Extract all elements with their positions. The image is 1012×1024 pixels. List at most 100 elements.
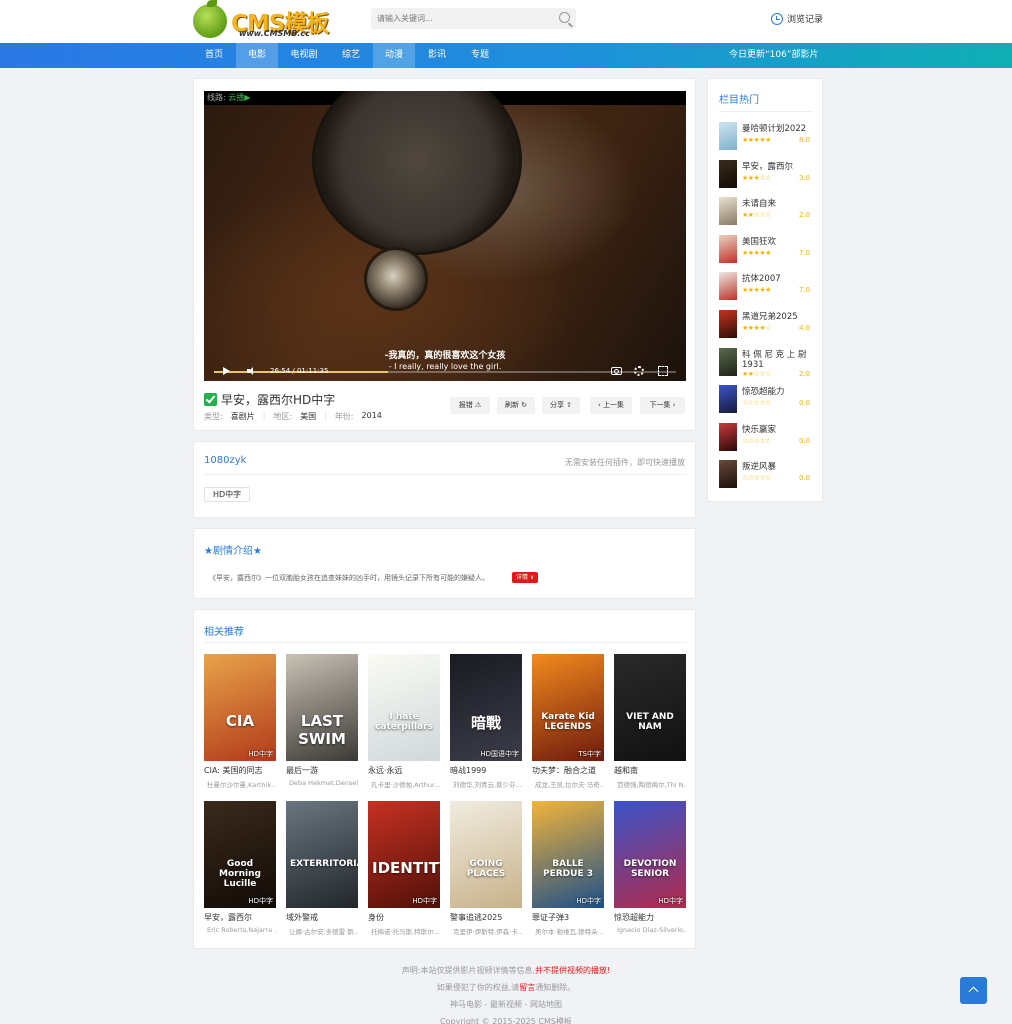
sidebar-thumb[interactable] [719,159,737,188]
sidebar-hot-item[interactable]: 曼哈顿计划2022 ★★★★★ 8.0 [719,122,819,150]
movie-name[interactable]: 暗战1999 [450,765,522,776]
related-movie-item[interactable]: Good Morning Lucille HD中字 早安，露西尔 Eric Rober… [204,801,276,934]
region-value[interactable]: 美国 [300,411,316,422]
refresh-button[interactable]: 刷新 ↻ [497,397,535,414]
route-cloud[interactable]: 云播▶ [228,93,250,102]
nav-item-variety[interactable]: 综艺 [330,43,372,68]
movie-name[interactable]: 功夫梦：融合之道 [532,765,604,776]
sidebar-item-name[interactable]: 叛逆风暴 [742,462,817,472]
footer-links[interactable]: 神马电影 - 最新视频 - 网站地图 [0,999,1012,1010]
prev-episode-button[interactable]: ‹ 上一集 [590,397,632,414]
sidebar-thumb[interactable] [719,122,737,150]
related-movie-item[interactable]: DEVOTION SENIOR HD中字 惊恐超能力 Ignacio Diaz-Sil… [614,801,686,934]
movie-poster[interactable]: Karate Kid LEGENDS TS中字 [532,654,604,761]
sidebar-thumb[interactable] [719,310,737,338]
play-icon[interactable] [223,367,230,375]
movie-name[interactable]: 身份 [368,912,440,923]
movie-poster[interactable]: I hate caterpillars [368,654,440,761]
movie-name[interactable]: 早安，露西尔 [204,912,276,923]
sidebar-item-name[interactable]: 惊恐超能力 [742,387,817,397]
sidebar-hot-item[interactable]: 叛逆风暴 ☆☆☆☆☆ 0.0 [719,460,819,489]
sidebar-hot-item[interactable]: 早安，露西尔 ★★★☆☆ 3.0 [719,159,819,188]
sidebar-item-name[interactable]: 早安，露西尔 [742,162,817,172]
movie-poster[interactable]: VIET AND NAM [614,654,686,761]
movie-name[interactable]: 越和南 [614,765,686,776]
sidebar-thumb[interactable] [719,422,737,451]
site-logo[interactable]: CMS模板 www.CMSMB.cc [193,0,353,40]
sidebar-hot-item[interactable]: 科 佩 尼 克 上 尉 1931 ★★☆☆☆ 2.0 [719,347,819,378]
movie-title: 早安，露西尔HD中字 [221,393,336,407]
movie-poster[interactable]: EXTERRITORIAL [286,801,358,908]
sidebar-hot-item[interactable]: 黑道兄弟2025 ★★★★☆ 4.0 [719,310,819,338]
related-movie-item[interactable]: GOING PLACES 警事追逃2025 克里伊·伊斯特,伊森·卡... [450,801,522,936]
movie-poster[interactable]: 暗戰 HD国语中字 [450,654,522,761]
sidebar-item-name[interactable]: 未请自来 [742,199,817,209]
detail-button[interactable]: 详情 ∨ [512,572,539,583]
sidebar-thumb[interactable] [719,385,737,414]
volume-icon[interactable] [247,367,255,375]
movie-name[interactable]: 永远·永远 [368,765,440,776]
sidebar-thumb[interactable] [719,197,737,226]
episode-button[interactable]: HD中字 [204,487,251,502]
nav-item-anime[interactable]: 动漫 [373,43,415,68]
search-input[interactable] [371,8,551,29]
movie-name[interactable]: CIA: 美国的同志 [204,765,276,776]
report-button[interactable]: 报错 ⚠ [450,397,490,414]
movie-name[interactable]: 最后一游 [286,765,358,776]
movie-poster[interactable]: BALLE PERDUE 3 HD中字 [532,801,604,908]
sidebar-hot-item[interactable]: 惊恐超能力 ☆☆☆☆☆ 0.0 [719,385,819,414]
related-movie-item[interactable]: EXTERRITORIAL 域外警戒让娜·古尔安,多德雷·斯... [286,801,358,936]
sidebar-item-name[interactable]: 抗体2007 [742,274,817,284]
sidebar-item-name[interactable]: 科 佩 尼 克 上 尉 1931 [742,350,817,370]
sidebar-hot-item[interactable]: 抗体2007 ★★★★★ 7.0 [719,272,819,301]
movie-name[interactable]: 惊恐超能力 [614,912,686,923]
video-frame[interactable]: -我真的，真的很喜欢这个女孩 - I really, really love t… [204,91,686,381]
movie-poster[interactable]: IDENTITY HD中字 [368,801,440,908]
related-movie-item[interactable]: 暗戰 HD国语中字暗战1999 刘德华,刘青云,蔡少芬... [450,654,522,789]
sidebar-item-name[interactable]: 美国狂欢 [742,237,817,247]
related-movie-item[interactable]: Karate Kid LEGENDS TS中字 功夫梦：融合之道 成龙,王凯,拉尔夫·… [532,654,604,789]
nav-item-news[interactable]: 影讯 [416,43,458,68]
sidebar-thumb[interactable] [719,460,737,489]
movie-poster[interactable]: DEVOTION SENIOR HD中字 [614,801,686,908]
movie-name[interactable]: 罪证子弹3 [532,912,604,923]
history-link[interactable]: 浏览记录 [771,12,823,25]
share-button[interactable]: 分享 ⇧ [542,397,580,414]
related-movie-item[interactable]: LAST SWIM 最后一游 Deba Hekmat,Densel... [286,654,358,787]
sidebar-hot-item[interactable]: 快乐赢家 ☆☆☆☆☆ 0.0 [719,422,819,451]
sidebar-thumb[interactable] [719,272,737,301]
movie-poster[interactable]: GOING PLACES [450,801,522,908]
related-movie-item[interactable]: I hate caterpillars 永远·永远 孔卡里·沙德帕,Arthur..… [368,654,440,789]
movie-name[interactable]: 警事追逃2025 [450,912,522,923]
related-movie-item[interactable]: CIA HD中字 CIA: 美国的同志 杜曼尔沙尔曼,Karthik... [204,654,276,789]
gear-icon[interactable] [634,366,644,376]
sidebar-item-name[interactable]: 快乐赢家 [742,425,817,435]
sidebar-item-name[interactable]: 黑道兄弟2025 [742,312,817,322]
movie-poster[interactable]: Good Morning Lucille HD中字 [204,801,276,908]
sidebar-item-name[interactable]: 曼哈顿计划2022 [742,124,817,134]
sidebar-hot-item[interactable]: 美国狂欢 ★★★★★ 7.0 [719,234,819,263]
sidebar-thumb[interactable] [719,347,737,376]
next-episode-button[interactable]: 下一集 › [640,397,685,414]
message-link[interactable]: 留言 [519,983,535,992]
fullscreen-icon[interactable] [658,366,668,376]
search-icon[interactable] [559,12,570,23]
nav-item-tv[interactable]: 电视剧 [283,43,325,68]
nav-item-topics[interactable]: 专题 [459,43,501,68]
related-movie-item[interactable]: IDENTITY HD中字身份托梅诺·托马斯,特斯尔... [368,801,440,936]
related-movie-item[interactable]: BALLE PERDUE 3 HD中字 罪证子弹3 奥尔本·勒维瓦,德特朵... [532,801,604,936]
movie-poster[interactable]: LAST SWIM [286,654,358,761]
back-to-top-button[interactable] [960,977,987,1004]
year-value[interactable]: 2014 [362,411,382,422]
type-value[interactable]: 喜剧片 [231,411,255,422]
nav-item-home[interactable]: 首页 [193,43,235,68]
related-movie-item[interactable]: VIET AND NAM 越和南 范德强,陶德梅尔,Thi N... [614,654,686,789]
video-player[interactable]: 线路: 云播▶ -我真的，真的很喜欢这个女孩 - I really, reall… [204,91,686,381]
movie-poster[interactable]: CIA HD中字 [204,654,276,761]
sidebar-thumb[interactable] [719,234,737,263]
nav-item-movies[interactable]: 电影 [236,43,278,68]
camera-icon[interactable] [611,367,622,375]
movie-name[interactable]: 域外警戒 [286,912,358,923]
sidebar-hot-item[interactable]: 未请自来 ★★☆☆☆ 2.0 [719,197,819,226]
movie-actors: 刘德华,刘青云,蔡少芬... [453,781,522,789]
